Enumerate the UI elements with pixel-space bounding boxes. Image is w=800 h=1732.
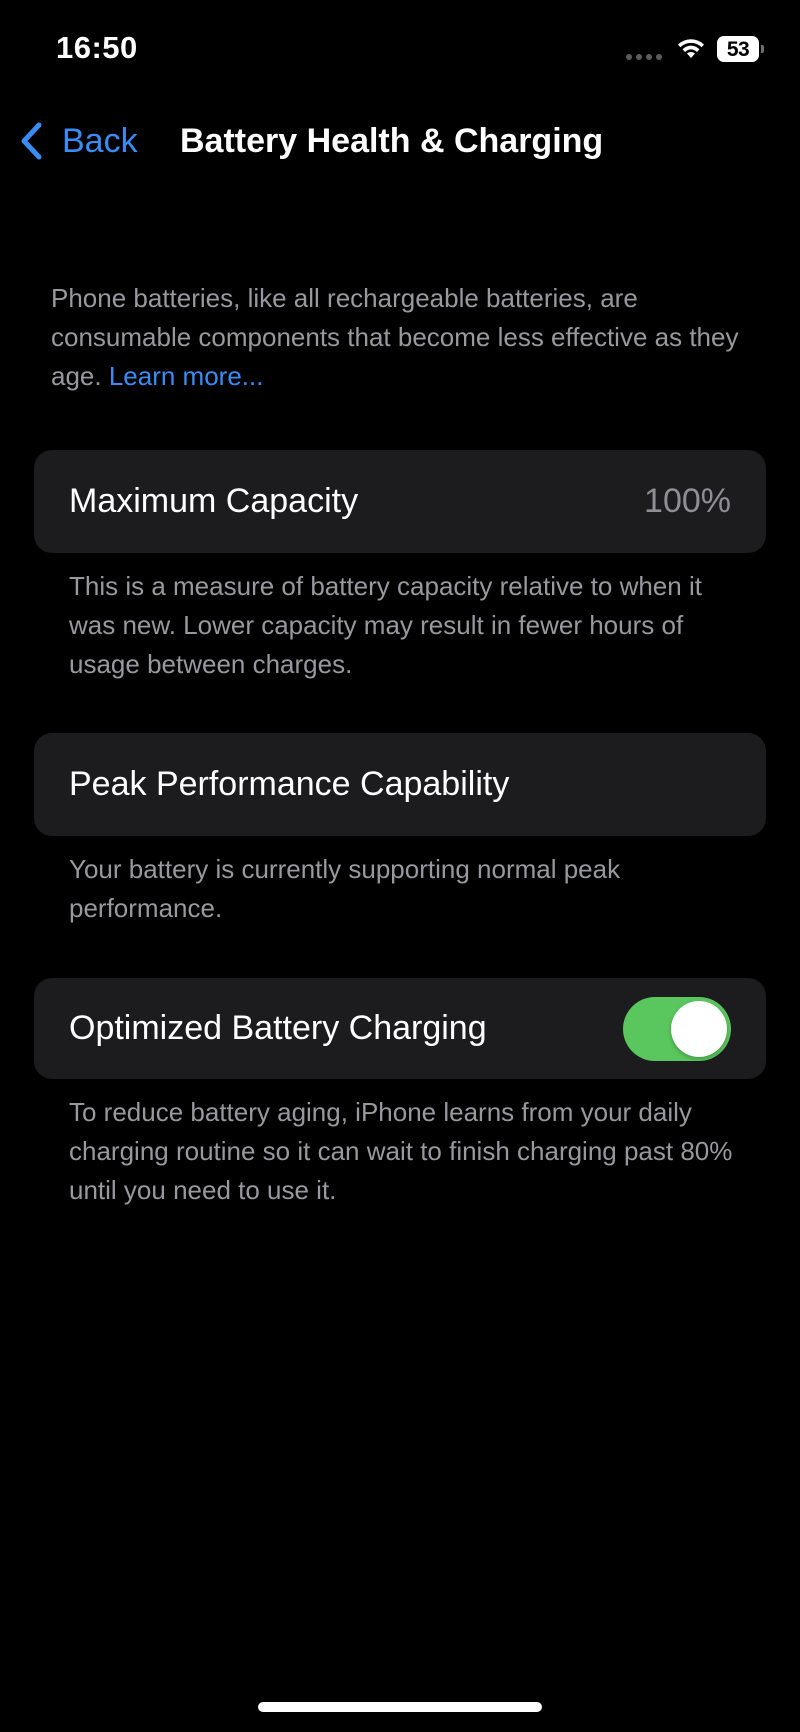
page-title: Battery Health & Charging <box>180 122 604 160</box>
peak-performance-label: Peak Performance Capability <box>69 765 510 803</box>
status-bar: 16:50 53 <box>0 0 800 100</box>
home-indicator[interactable] <box>258 1702 542 1712</box>
cellular-signal-icon <box>626 54 662 60</box>
optimized-charging-toggle[interactable] <box>623 997 731 1061</box>
optimized-charging-label: Optimized Battery Charging <box>69 1009 487 1047</box>
intro-description: Phone batteries, like all rechargeable b… <box>51 279 751 396</box>
optimized-charging-note: To reduce battery aging, iPhone learns f… <box>69 1097 733 1205</box>
navigation-bar: Back Battery Health & Charging <box>0 100 800 180</box>
maximum-capacity-value: 100% <box>644 482 731 520</box>
peak-performance-row: Peak Performance Capability <box>34 733 766 836</box>
maximum-capacity-row: Maximum Capacity 100% <box>34 450 766 553</box>
learn-more-link[interactable]: Learn more... <box>109 361 264 391</box>
battery-level: 53 <box>726 37 750 61</box>
battery-icon: 53 <box>717 36 765 62</box>
optimized-charging-row: Optimized Battery Charging <box>34 978 766 1079</box>
peak-performance-note: Your battery is currently supporting nor… <box>69 854 621 923</box>
chevron-left-icon <box>21 122 42 160</box>
back-button[interactable]: Back <box>18 118 138 164</box>
status-time: 16:50 <box>56 30 138 65</box>
maximum-capacity-label: Maximum Capacity <box>69 482 359 520</box>
back-label: Back <box>62 121 138 160</box>
wifi-icon <box>678 39 704 58</box>
maximum-capacity-note: This is a measure of battery capacity re… <box>69 571 702 679</box>
toggle-knob <box>671 1001 727 1057</box>
